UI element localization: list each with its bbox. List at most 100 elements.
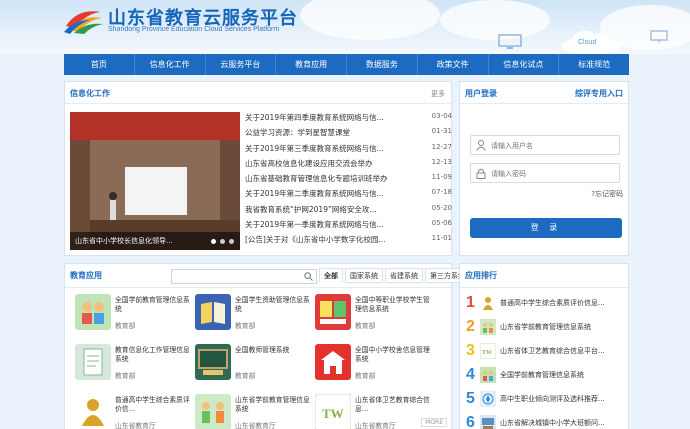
news-item[interactable]: 关于2019年第二季度教育系统网络与信... 07-18 — [245, 188, 452, 203]
info-work-more-link[interactable]: 更多 — [431, 89, 445, 99]
app-item[interactable]: 全国学前教育管理信息系统 教育部 — [75, 294, 193, 340]
app-item[interactable]: 教育信息化工作管理信息系统 教育部 — [75, 344, 193, 390]
news-title[interactable]: 关于2019年第一季度教育系统网络与信... — [245, 219, 415, 234]
app-name[interactable]: 山东省学前教育管理信息系统 — [235, 396, 315, 414]
nav-item-edu-apps[interactable]: 教育应用 — [276, 54, 347, 75]
nav-item-data-service[interactable]: 数据服务 — [347, 54, 418, 75]
news-title[interactable]: 山东省基础教育管理信息化专题培训班举办 — [245, 173, 415, 188]
rank-number: 3 — [466, 342, 475, 359]
svg-text:TW: TW — [322, 406, 344, 421]
login-title: 用户登录 — [465, 89, 497, 98]
app-name[interactable]: 教育信息化工作管理信息系统 — [115, 346, 195, 364]
network-icon — [650, 30, 668, 43]
rank-name[interactable]: 全国学前教育管理信息系统 — [500, 370, 630, 380]
app-name[interactable]: 全国学前教育管理信息系统 — [115, 296, 195, 314]
app-search-input[interactable] — [172, 270, 297, 283]
news-title[interactable]: [公告]关于对《山东省中小学数字化校园... — [245, 234, 415, 249]
news-item[interactable]: 山东省高校信息化建设应用交流会举办 12-13 — [245, 158, 452, 173]
app-item[interactable]: 全国中小学校舍信息管理系统 教育部 — [315, 344, 433, 390]
app-item[interactable]: TW 山东省体卫艺教育综合信息... 山东省教育厅 — [315, 394, 433, 429]
nav-item-home[interactable]: 首页 — [64, 54, 135, 75]
info-work-panel: 信息化工作 更多 山东省中小学校长信息化领导... 关于2019年第四季度教育系… — [64, 81, 452, 256]
eval-entry-link[interactable]: 综评专用入口 — [575, 88, 623, 99]
tw-icon: TW — [480, 343, 496, 359]
nav-item-cloud-platform[interactable]: 云服务平台 — [206, 54, 277, 75]
site-subtitle: Shandong Province Education Cloud Servic… — [108, 26, 280, 33]
tab-provincial[interactable]: 省建系统 — [385, 268, 423, 283]
ranking-item[interactable]: 3 TW 山东省体卫艺教育综合信息平台... — [466, 341, 628, 363]
ranking-item[interactable]: 4 全国学前教育管理信息系统 — [466, 365, 628, 387]
news-title[interactable]: 关于2019年第二季度教育系统网络与信... — [245, 188, 415, 203]
news-item[interactable]: 公益学习资源：学到星智慧课堂 01-31 — [245, 127, 452, 142]
rank-name[interactable]: 高中生职业倾向测评及选科推荐... — [500, 394, 630, 404]
cloud-badge-text: Cloud — [578, 39, 596, 46]
news-item[interactable]: 我省教育系统“护网2019”网络安全攻... 05-20 — [245, 204, 452, 219]
slide-dot[interactable] — [220, 239, 225, 244]
ranking-item[interactable]: 6 山东省解决城镇中小学大班额问... — [466, 413, 628, 429]
app-name[interactable]: 全国中等职业学校学生管理信息系统 — [355, 296, 435, 314]
news-item[interactable]: 关于2019年第三季度教育系统网络与信... 12-27 — [245, 143, 452, 158]
app-name[interactable]: 普通高中学生综合素质评价信... — [115, 396, 195, 414]
app-item[interactable]: 普通高中学生综合素质评价信... 山东省教育厅 — [75, 394, 193, 429]
ranking-item[interactable]: 5 高中生职业倾向测评及选科推荐... — [466, 389, 628, 411]
username-field[interactable] — [470, 135, 620, 155]
news-date: 05-06 — [431, 219, 452, 228]
search-icon[interactable] — [304, 272, 313, 281]
news-item[interactable]: 山东省基础教育管理信息化专题培训班举办 11-09 — [245, 173, 452, 188]
app-item[interactable]: 山东省学前教育管理信息系统 山东省教育厅 — [195, 394, 313, 429]
forgot-password-link[interactable]: ?忘记密码 — [591, 189, 623, 199]
rank-name[interactable]: 山东省体卫艺教育综合信息平台... — [500, 346, 630, 356]
news-date: 12-27 — [431, 142, 452, 151]
news-date: 03-04 — [431, 112, 452, 120]
nav-item-pilot[interactable]: 信息化试点 — [489, 54, 560, 75]
news-title[interactable]: 关于2019年第四季度教育系统网络与信... — [245, 112, 415, 127]
slide-photo — [70, 112, 240, 250]
ranking-header: 应用排行 — [460, 264, 628, 288]
tab-national[interactable]: 国家系统 — [345, 268, 383, 283]
password-field[interactable] — [470, 163, 620, 183]
rank-number: 4 — [466, 366, 475, 383]
news-title[interactable]: 山东省高校信息化建设应用交流会举办 — [245, 158, 415, 173]
cloud-icon: Cloud — [561, 31, 621, 54]
app-name[interactable]: 全国教师管理系统 — [235, 346, 315, 355]
app-owner: 教育部 — [355, 372, 376, 380]
cards-icon — [315, 294, 351, 330]
tab-all[interactable]: 全部 — [319, 268, 343, 283]
rank-name[interactable]: 山东省学前教育管理信息系统 — [500, 322, 630, 332]
nav-item-policy[interactable]: 政策文件 — [418, 54, 489, 75]
nav-item-standards[interactable]: 标准规范 — [559, 54, 629, 75]
rank-name[interactable]: 普通高中学生综合素质评价信息... — [500, 298, 630, 308]
kids-icon — [75, 294, 111, 330]
slide-dot[interactable] — [229, 239, 234, 244]
logo-icon[interactable] — [64, 6, 104, 34]
app-owner: 山东省教育厅 — [235, 422, 276, 429]
app-name[interactable]: 山东省体卫艺教育综合信息... — [355, 396, 435, 414]
app-item[interactable]: 全国学生资助管理信息系统 教育部 — [195, 294, 313, 340]
news-item[interactable]: [公告]关于对《山东省中小学数字化校园... 11-01 — [245, 234, 452, 249]
password-input[interactable] — [491, 167, 616, 180]
username-input[interactable] — [491, 139, 616, 152]
slide-dots — [211, 239, 234, 244]
nav-item-info-work[interactable]: 信息化工作 — [135, 54, 206, 75]
slide-dot[interactable] — [211, 239, 216, 244]
info-work-title: 信息化工作 — [70, 89, 110, 98]
news-title[interactable]: 我省教育系统“护网2019”网络安全攻... — [245, 204, 415, 219]
app-name[interactable]: 全国学生资助管理信息系统 — [235, 296, 315, 314]
app-item[interactable]: 全国中等职业学校学生管理信息系统 教育部 — [315, 294, 433, 340]
ranking-item[interactable]: 1 普通高中学生综合素质评价信息... — [466, 293, 628, 315]
app-name[interactable]: 全国中小学校舍信息管理系统 — [355, 346, 435, 364]
app-search-box[interactable] — [171, 269, 317, 284]
news-item[interactable]: 关于2019年第四季度教育系统网络与信... 03-04 — [245, 112, 452, 127]
apps-more-button[interactable]: MORE — [421, 418, 447, 427]
login-button[interactable]: 登 录 — [470, 218, 622, 238]
news-title[interactable]: 关于2019年第三季度教育系统网络与信... — [245, 143, 415, 158]
news-date: 01-31 — [431, 127, 452, 136]
news-slider[interactable]: 山东省中小学校长信息化领导... — [70, 112, 240, 250]
app-item[interactable]: 全国教师管理系统 教育部 — [195, 344, 313, 390]
news-item[interactable]: 关于2019年第一季度教育系统网络与信... 05-06 — [245, 219, 452, 234]
rank-name[interactable]: 山东省解决城镇中小学大班额问... — [500, 418, 630, 428]
ranking-item[interactable]: 2 山东省学前教育管理信息系统 — [466, 317, 628, 339]
ranking-title: 应用排行 — [465, 271, 497, 280]
header-cloud-decoration — [440, 0, 550, 40]
news-title[interactable]: 公益学习资源：学到星智慧课堂 — [245, 127, 415, 142]
